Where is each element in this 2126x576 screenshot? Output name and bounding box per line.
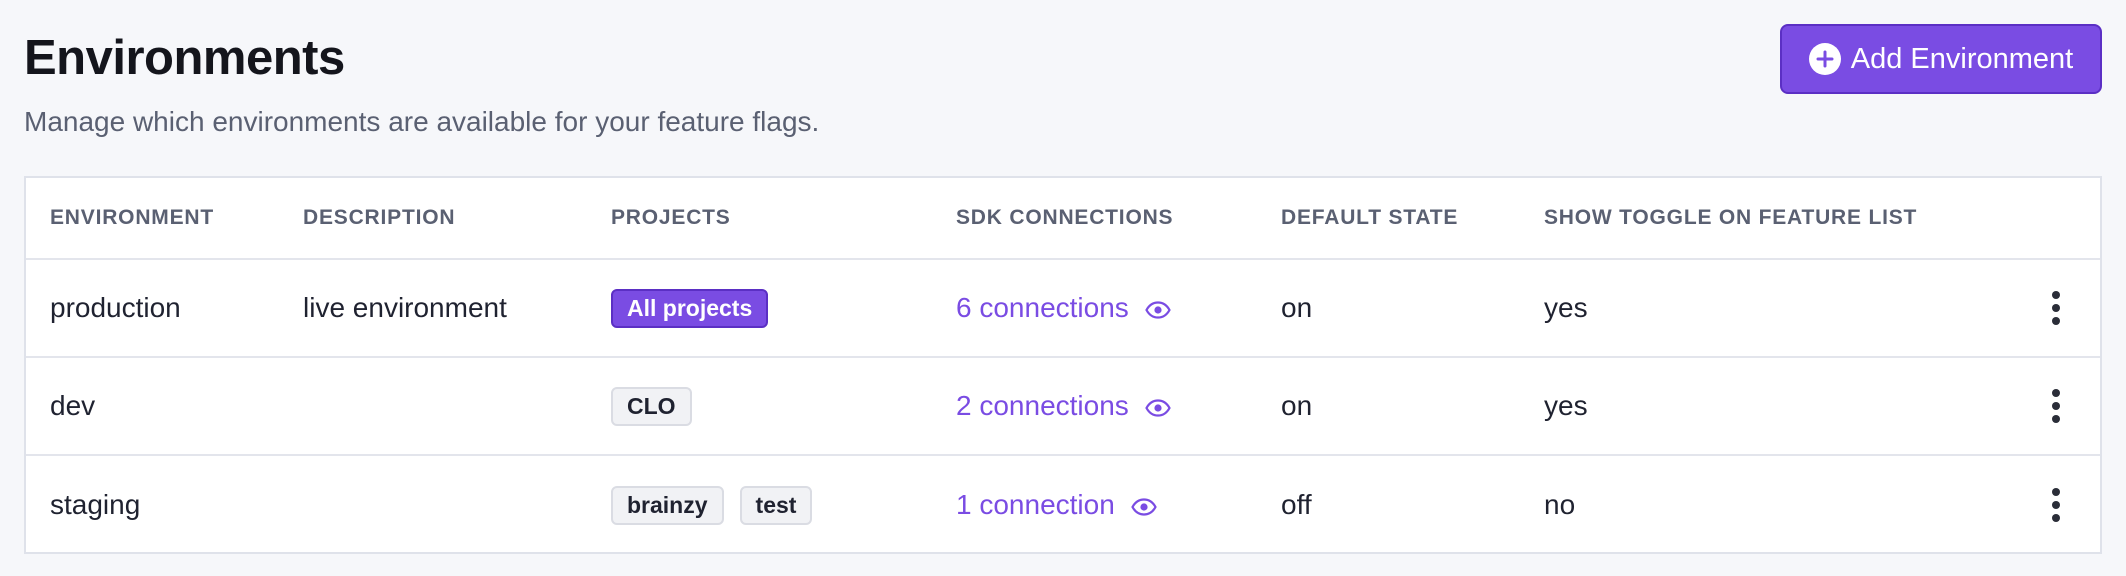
- sdk-connections-link[interactable]: 2 connections: [956, 390, 1171, 422]
- column-header-environment: ENVIRONMENT: [50, 206, 214, 229]
- show-toggle-value: yes: [1544, 292, 1588, 323]
- table-row[interactable]: staging brainzy test 1 connection off no: [26, 456, 2100, 554]
- environments-page: Environments Manage which environments a…: [0, 0, 2126, 576]
- add-environment-button[interactable]: Add Environment: [1780, 24, 2102, 94]
- row-menu-cell: [2036, 260, 2076, 356]
- add-environment-label: Add Environment: [1850, 42, 2074, 75]
- page-subtitle: Manage which environments are available …: [24, 106, 820, 137]
- environment-description: live environment: [303, 292, 507, 323]
- project-badge: CLO: [611, 386, 692, 426]
- table-row[interactable]: production live environment All projects…: [26, 260, 2100, 358]
- sdk-connections-link[interactable]: 6 connections: [956, 292, 1171, 324]
- sdk-connections-link[interactable]: 1 connection: [956, 489, 1157, 521]
- more-vertical-icon[interactable]: [2052, 288, 2060, 328]
- table-header-row: ENVIRONMENT DESCRIPTION PROJECTS SDK CON…: [26, 178, 2100, 260]
- row-menu-cell: [2036, 456, 2076, 554]
- plus-circle-icon: [1808, 43, 1841, 75]
- column-header-show-toggle: SHOW TOGGLE ON FEATURE LIST: [1544, 206, 1918, 229]
- sdk-connections-text: 6 connections: [956, 292, 1129, 323]
- project-badge: brainzy: [611, 485, 724, 525]
- sdk-connections-cell: 2 connections: [956, 358, 1171, 454]
- column-header-description: DESCRIPTION: [303, 206, 456, 229]
- column-header-sdk-connections: SDK CONNECTIONS: [956, 206, 1174, 229]
- eye-icon[interactable]: [1131, 498, 1157, 516]
- sdk-connections-text: 1 connection: [956, 489, 1115, 520]
- projects-cell: CLO: [611, 358, 692, 454]
- eye-icon[interactable]: [1145, 301, 1171, 319]
- more-vertical-icon[interactable]: [2052, 485, 2060, 525]
- sdk-connections-cell: 1 connection: [956, 456, 1157, 554]
- page-title: Environments: [24, 31, 345, 85]
- projects-cell: All projects: [611, 260, 769, 356]
- sdk-connections-text: 2 connections: [956, 390, 1129, 421]
- sdk-connections-cell: 6 connections: [956, 260, 1171, 356]
- project-badge: test: [739, 485, 813, 525]
- column-header-default-state: DEFAULT STATE: [1281, 206, 1459, 229]
- column-header-projects: PROJECTS: [611, 206, 731, 229]
- show-toggle-value: yes: [1544, 390, 1588, 421]
- environment-name: production: [50, 292, 181, 323]
- project-badge: All projects: [611, 288, 769, 328]
- projects-cell: brainzy test: [611, 456, 813, 554]
- default-state: on: [1281, 292, 1313, 323]
- show-toggle-value: no: [1544, 489, 1576, 520]
- row-menu-cell: [2036, 358, 2076, 454]
- eye-icon[interactable]: [1145, 399, 1171, 417]
- environment-name: staging: [50, 489, 141, 520]
- environment-name: dev: [50, 390, 96, 421]
- table-row[interactable]: dev CLO 2 connections on yes: [26, 358, 2100, 456]
- default-state: off: [1281, 489, 1312, 520]
- environments-table: ENVIRONMENT DESCRIPTION PROJECTS SDK CON…: [24, 176, 2102, 554]
- more-vertical-icon[interactable]: [2052, 386, 2060, 426]
- default-state: on: [1281, 390, 1313, 421]
